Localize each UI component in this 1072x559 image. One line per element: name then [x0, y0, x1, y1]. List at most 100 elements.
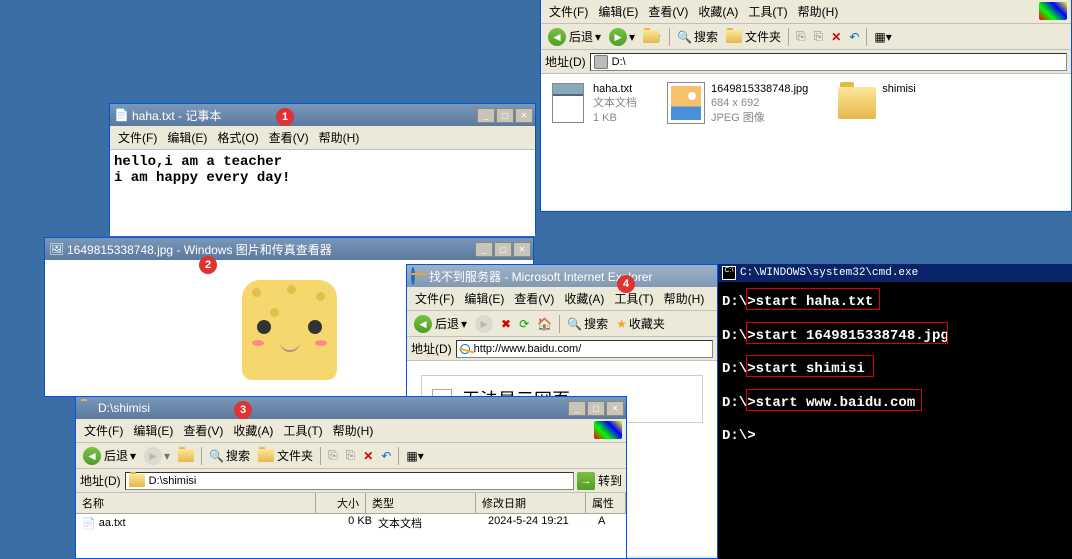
menu-help[interactable]: 帮助(H): [315, 128, 364, 147]
move-icon[interactable]: ⎘: [793, 28, 809, 45]
search-button[interactable]: 🔍搜索: [564, 314, 611, 333]
close-button[interactable]: ✕: [513, 242, 531, 257]
folders-button[interactable]: 文件夹: [723, 27, 784, 46]
maximize-button[interactable]: ▢: [587, 401, 605, 416]
folder-icon: [80, 401, 94, 415]
search-button[interactable]: 🔍搜索: [206, 446, 253, 465]
menu-file[interactable]: 文件(F): [545, 2, 592, 21]
copy-icon[interactable]: ⎘: [811, 28, 827, 45]
menu-tools[interactable]: 工具(T): [610, 289, 657, 308]
menu-edit[interactable]: 编辑(E): [460, 289, 508, 308]
undo-icon[interactable]: ↶: [378, 448, 394, 464]
disk-icon: [594, 55, 608, 69]
ie-toolbar: ◄后退▾ ► ✖ ⟳ 🏠 🔍搜索 ★收藏夹: [407, 311, 717, 337]
cmd-window: C:\ C:\WINDOWS\system32\cmd.exe D:\>star…: [718, 264, 1072, 559]
cmd-output[interactable]: D:\>start haha.txt D:\>start 16498153387…: [718, 282, 1072, 557]
menu-view[interactable]: 查看(V): [644, 2, 692, 21]
file-row-aa-txt[interactable]: 📄aa.txt 0 KB 文本文档 2024-5-24 19:21 A: [76, 514, 626, 532]
shimisi-addressbar: 地址(D) D:\shimisi → 转到: [76, 469, 626, 493]
minimize-button[interactable]: _: [568, 401, 586, 416]
red-highlight-4: [746, 389, 922, 411]
ie-menubar: 文件(F) 编辑(E) 查看(V) 收藏(A) 工具(T) 帮助(H): [407, 287, 717, 311]
menu-file[interactable]: 文件(F): [80, 421, 127, 440]
go-label: 转到: [598, 472, 622, 489]
menu-format[interactable]: 格式(O): [213, 128, 262, 147]
viewer-titlebar[interactable]: 🖼 1649815338748.jpg - Windows 图片和传真查看器 _…: [45, 238, 533, 260]
menu-help[interactable]: 帮助(H): [794, 2, 843, 21]
refresh-icon[interactable]: ⟳: [516, 316, 532, 332]
back-button[interactable]: ◄后退▾: [545, 27, 604, 47]
undo-icon[interactable]: ↶: [846, 29, 862, 45]
menu-fav[interactable]: 收藏(A): [694, 2, 742, 21]
menu-tools[interactable]: 工具(T): [744, 2, 791, 21]
forward-button: ►▾: [141, 446, 173, 466]
menu-help[interactable]: 帮助(H): [660, 289, 709, 308]
file-list: 📄aa.txt 0 KB 文本文档 2024-5-24 19:21 A: [76, 514, 626, 558]
menu-edit[interactable]: 编辑(E): [129, 421, 177, 440]
notepad-titlebar[interactable]: 📄 haha.txt - 记事本 _ ▢ ✕: [110, 104, 535, 126]
minimize-button[interactable]: _: [477, 108, 495, 123]
explorer-d-content: haha.txt 文本文档 1 KB 1649815338748.jpg 684…: [541, 74, 1071, 210]
copy-icon[interactable]: ⎘: [343, 447, 359, 464]
menu-file[interactable]: 文件(F): [411, 289, 458, 308]
close-button[interactable]: ✕: [606, 401, 624, 416]
maximize-button[interactable]: ▢: [494, 242, 512, 257]
menu-edit[interactable]: 编辑(E): [594, 2, 642, 21]
back-button[interactable]: ◄后退▾: [80, 446, 139, 466]
menu-edit[interactable]: 编辑(E): [163, 128, 211, 147]
red-highlight-2: [746, 322, 948, 344]
menu-help[interactable]: 帮助(H): [329, 421, 378, 440]
red-highlight-3: [746, 355, 874, 377]
cmd-titlebar[interactable]: C:\ C:\WINDOWS\system32\cmd.exe: [718, 264, 1072, 282]
notepad-menubar: 文件(F) 编辑(E) 格式(O) 查看(V) 帮助(H): [110, 126, 535, 150]
address-input[interactable]: http://www.baidu.com/: [456, 340, 713, 358]
column-headers[interactable]: 名称 大小 类型 修改日期 属性: [76, 493, 626, 514]
ie-titlebar[interactable]: 找不到服务器 - Microsoft Internet Explorer: [407, 265, 717, 287]
delete-icon[interactable]: ✕: [828, 29, 844, 45]
file-shimisi-folder[interactable]: shimisi: [838, 82, 916, 202]
menu-fav[interactable]: 收藏(A): [229, 421, 277, 440]
search-button[interactable]: 🔍搜索: [674, 27, 721, 46]
notepad-window: 📄 haha.txt - 记事本 _ ▢ ✕ 文件(F) 编辑(E) 格式(O)…: [109, 103, 536, 233]
menu-fav[interactable]: 收藏(A): [560, 289, 608, 308]
menu-tools[interactable]: 工具(T): [279, 421, 326, 440]
back-button[interactable]: ◄后退▾: [411, 314, 470, 334]
stop-icon[interactable]: ✖: [498, 316, 514, 332]
menu-file[interactable]: 文件(F): [114, 128, 161, 147]
explorer-d-addressbar: 地址(D) D:\: [541, 50, 1071, 74]
menu-view[interactable]: 查看(V): [265, 128, 313, 147]
cmd-prompt: D:\>: [722, 420, 1068, 454]
explorer-d-toolbar: ◄后退▾ ►▾ ↑ 🔍搜索 文件夹 ⎘ ⎘ ✕ ↶ ▦▾: [541, 24, 1071, 50]
views-button[interactable]: ▦▾: [403, 448, 426, 464]
annotation-4: 4: [617, 275, 635, 293]
picture-icon: 🖼: [49, 242, 63, 256]
file-haha-txt[interactable]: haha.txt 文本文档 1 KB: [549, 82, 637, 202]
views-button[interactable]: ▦▾: [871, 29, 894, 45]
jpg-file-icon: [668, 83, 704, 123]
file-jpg[interactable]: 1649815338748.jpg 684 x 692 JPEG 图像: [667, 82, 808, 202]
favorites-button[interactable]: ★收藏夹: [613, 314, 668, 333]
menu-view[interactable]: 查看(V): [510, 289, 558, 308]
ie-page-icon: [459, 342, 471, 354]
minimize-button[interactable]: _: [475, 242, 493, 257]
shimisi-window: D:\shimisi _ ▢ ✕ 文件(F) 编辑(E) 查看(V) 收藏(A)…: [75, 396, 627, 559]
explorer-d-menubar: 文件(F) 编辑(E) 查看(V) 收藏(A) 工具(T) 帮助(H): [541, 0, 1071, 24]
explorer-d-window: 文件(F) 编辑(E) 查看(V) 收藏(A) 工具(T) 帮助(H) ◄后退▾…: [540, 0, 1072, 212]
up-button[interactable]: ↑: [640, 29, 665, 45]
folders-button[interactable]: 文件夹: [255, 446, 316, 465]
close-button[interactable]: ✕: [515, 108, 533, 123]
home-icon[interactable]: 🏠: [534, 316, 555, 332]
forward-button[interactable]: ►▾: [606, 27, 638, 47]
move-icon[interactable]: ⎘: [325, 447, 341, 464]
shimisi-titlebar[interactable]: D:\shimisi _ ▢ ✕: [76, 397, 626, 419]
up-button[interactable]: [175, 448, 197, 463]
address-input[interactable]: D:\shimisi: [125, 472, 574, 490]
shimisi-toolbar: ◄后退▾ ►▾ 🔍搜索 文件夹 ⎘ ⎘ ✕ ↶ ▦▾: [76, 443, 626, 469]
address-input[interactable]: D:\: [590, 53, 1067, 71]
address-label: 地址(D): [80, 472, 121, 489]
maximize-button[interactable]: ▢: [496, 108, 514, 123]
delete-icon[interactable]: ✕: [360, 448, 376, 464]
menu-view[interactable]: 查看(V): [179, 421, 227, 440]
notepad-textarea[interactable]: hello,i am a teacher i am happy every da…: [110, 150, 535, 236]
go-button[interactable]: →: [577, 472, 595, 490]
